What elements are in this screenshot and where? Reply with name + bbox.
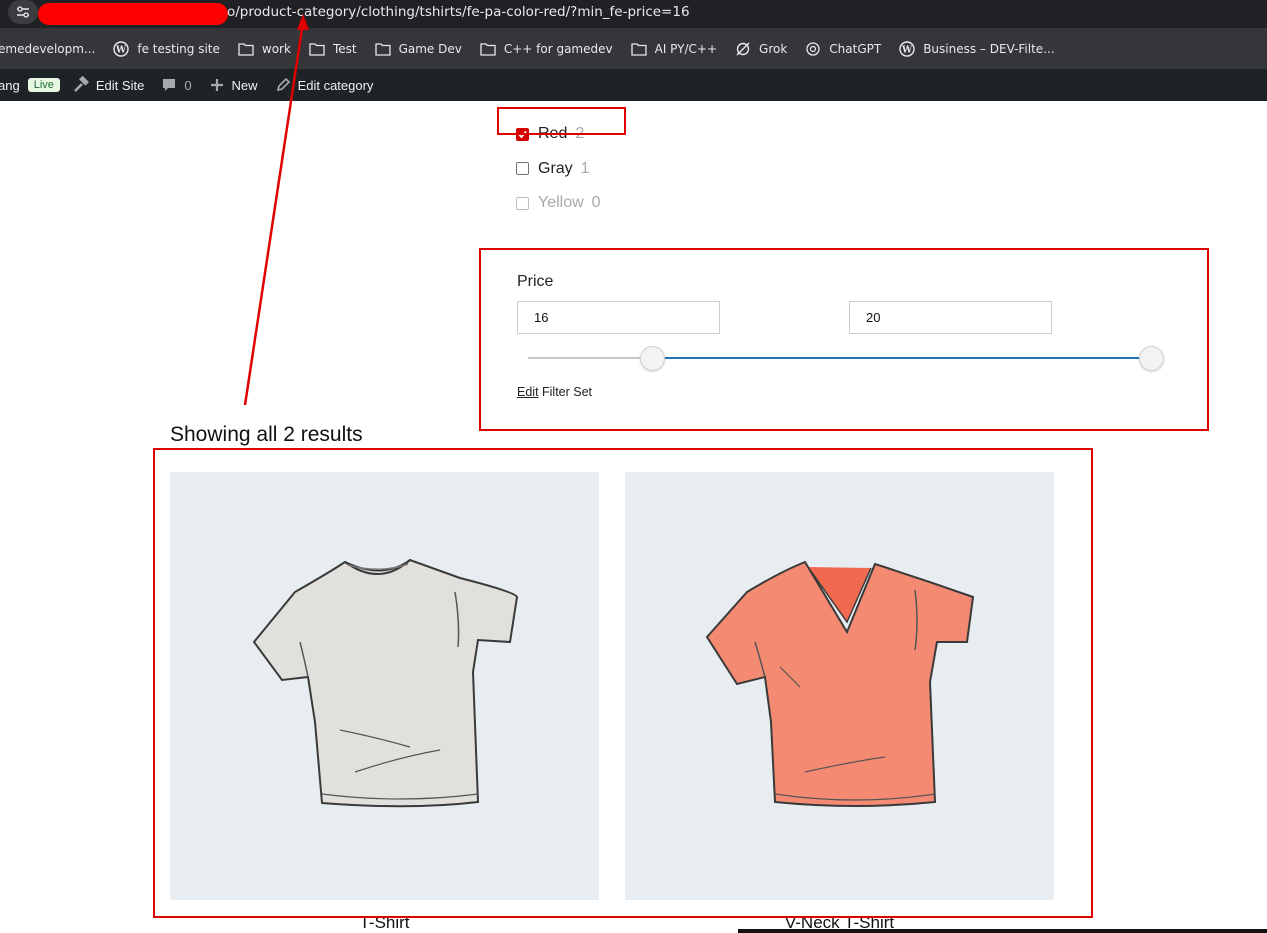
- checkbox[interactable]: [516, 162, 529, 176]
- bookmark-9[interactable]: ChatGPT: [805, 41, 881, 57]
- bookmark-4[interactable]: Test: [309, 41, 357, 57]
- grok-icon: [735, 41, 751, 57]
- svg-text:W: W: [115, 45, 127, 55]
- bookmark-3[interactable]: work: [238, 41, 291, 57]
- bookmark-label: C++ for gamedev: [503, 41, 613, 56]
- bookmark-8[interactable]: Grok: [735, 41, 787, 57]
- comment-icon: [160, 76, 178, 94]
- edit-category-link[interactable]: Edit category: [274, 76, 374, 94]
- chatgpt-icon: [805, 41, 821, 57]
- wordpress-icon: W: [113, 40, 130, 57]
- edit-site-label: Edit Site: [95, 77, 145, 93]
- bookmark-7[interactable]: AI PY/C++: [630, 41, 718, 57]
- bookmark-1[interactable]: emedevelopm...: [0, 42, 95, 56]
- bookmark-label: Game Dev: [398, 41, 462, 56]
- edit-site-link[interactable]: Edit Site: [72, 76, 144, 94]
- folder-icon: [374, 41, 391, 57]
- bookmark-label: Grok: [759, 41, 788, 56]
- folder-icon: [480, 41, 496, 57]
- bookmark-label: emedevelopm...: [0, 41, 96, 56]
- color-name: Yellow: [538, 194, 584, 212]
- url-redaction: [38, 3, 228, 25]
- annotation-box-red-filter: [497, 107, 626, 135]
- bookmark-label: work: [261, 41, 291, 56]
- folder-icon: [630, 41, 647, 57]
- annotation-box-price-filter: [479, 248, 1209, 431]
- new-label: New: [231, 77, 258, 93]
- new-content-link[interactable]: New: [208, 76, 258, 94]
- hammer-icon: [72, 76, 90, 94]
- site-name: ang: [0, 77, 20, 93]
- bookmark-label: Business – DEV-Filte...: [923, 41, 1055, 56]
- comments-link[interactable]: 0: [160, 76, 192, 94]
- color-filter-gray[interactable]: Gray 1: [516, 152, 601, 187]
- color-count: 1: [580, 159, 590, 177]
- bookmark-10[interactable]: W Business – DEV-Filte...: [899, 40, 1055, 57]
- checkbox[interactable]: [516, 196, 529, 210]
- edit-category-label: Edit category: [297, 77, 374, 93]
- color-count: 0: [591, 194, 601, 212]
- url-text[interactable]: o/product-category/clothing/tshirts/fe-p…: [227, 4, 690, 20]
- plus-icon: [208, 76, 226, 94]
- bottom-divider: [738, 929, 1267, 933]
- bookmarks-bar: emedevelopm... W fe testing site work Te…: [0, 28, 1267, 69]
- comments-count: 0: [184, 77, 192, 93]
- bookmark-label: fe testing site: [137, 41, 220, 56]
- folder-icon: [309, 41, 325, 57]
- browser-url-bar: o/product-category/clothing/tshirts/fe-p…: [0, 0, 1267, 28]
- bookmark-label: Test: [332, 41, 357, 56]
- folder-icon: [238, 41, 254, 57]
- live-badge: Live: [27, 78, 60, 92]
- page: o/product-category/clothing/tshirts/fe-p…: [0, 0, 1267, 933]
- wp-admin-bar: ang Live Edit Site 0 New Edit category: [0, 69, 1267, 101]
- bookmark-label: AI PY/C++: [654, 41, 718, 56]
- color-name: Gray: [538, 159, 573, 177]
- bookmark-label: ChatGPT: [829, 41, 882, 56]
- bookmark-6[interactable]: C++ for gamedev: [480, 41, 613, 57]
- bookmark-2[interactable]: W fe testing site: [113, 40, 220, 57]
- svg-text:W: W: [901, 45, 913, 55]
- site-settings-icon[interactable]: [8, 0, 38, 24]
- bookmark-5[interactable]: Game Dev: [374, 41, 462, 57]
- annotation-box-results: [153, 448, 1093, 918]
- color-filter-yellow[interactable]: Yellow 0: [516, 186, 601, 221]
- site-name-link[interactable]: ang Live: [0, 78, 68, 93]
- wordpress-icon: W: [899, 40, 915, 57]
- results-count: Showing all 2 results: [170, 423, 363, 446]
- pencil-icon: [274, 76, 292, 94]
